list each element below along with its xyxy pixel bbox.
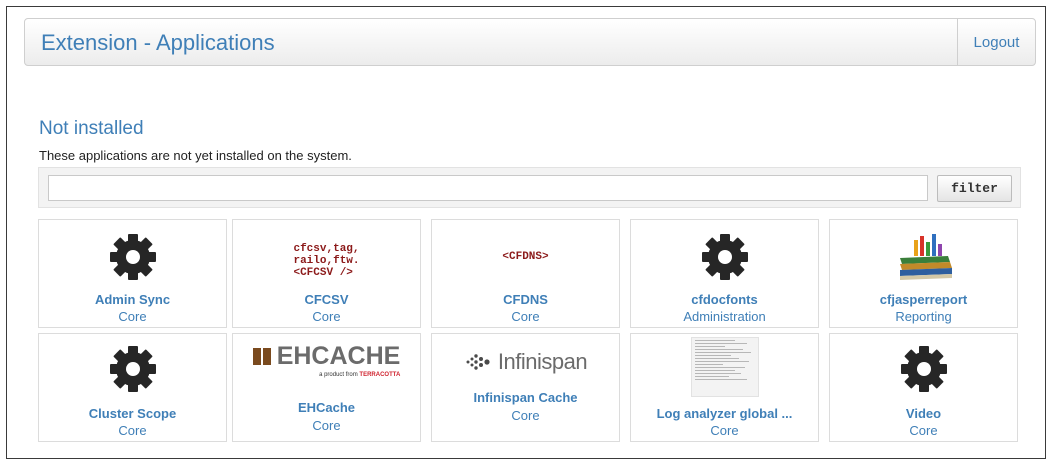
app-category: Administration xyxy=(683,309,766,324)
icon-text-line: railo,ftw. xyxy=(293,255,360,267)
app-grid: Admin Sync Core cfcsv,tag, railo,ftw. <C… xyxy=(38,219,1021,442)
books-chart-icon xyxy=(830,226,1017,288)
filter-button[interactable]: filter xyxy=(937,175,1012,202)
terracotta-brand: TERRACOTTA xyxy=(359,372,401,378)
app-category: Core xyxy=(118,309,147,324)
infinispan-logo: Infinispan xyxy=(432,344,619,380)
app-category: Core xyxy=(118,423,147,438)
app-tile-admin-sync[interactable]: Admin Sync Core xyxy=(38,219,227,328)
app-name: CFDNS xyxy=(503,292,548,307)
app-name: Log analyzer global ... xyxy=(656,406,793,421)
app-name: Cluster Scope xyxy=(88,406,177,421)
gear-icon xyxy=(39,338,226,400)
app-tile-cfdocfonts[interactable]: cfdocfonts Administration xyxy=(630,219,819,328)
section-description: These applications are not yet installed… xyxy=(39,148,352,163)
app-tile-cfdns[interactable]: <CFDNS> CFDNS Core xyxy=(431,219,620,328)
ehcache-logo-text: EHCACHE xyxy=(276,342,401,370)
app-name: Infinispan Cache xyxy=(473,390,578,405)
app-tile-cluster-scope[interactable]: Cluster Scope Core xyxy=(38,333,227,442)
log-screenshot-icon xyxy=(631,336,818,398)
ehcache-logo-sub: a product from xyxy=(319,372,358,378)
app-name: Video xyxy=(905,406,942,421)
code-text-icon: <CFDNS> xyxy=(432,226,619,288)
icon-text-line: cfcsv,tag, xyxy=(293,243,360,255)
icon-text-line: <CFCSV /> xyxy=(293,267,353,279)
app-category: Core xyxy=(511,408,540,423)
infinispan-logo-text: Infinispan xyxy=(497,349,588,374)
logout-button[interactable]: Logout xyxy=(957,19,1035,65)
app-name: Admin Sync xyxy=(94,292,171,307)
section-title: Not installed xyxy=(39,118,144,139)
app-category: Core xyxy=(909,423,938,438)
app-category: Core xyxy=(710,423,739,438)
app-tile-log-analyzer[interactable]: Log analyzer global ... Core xyxy=(630,333,819,442)
app-category: Core xyxy=(312,418,341,433)
app-name: cfjasperreport xyxy=(879,292,968,307)
app-tile-infinispan[interactable]: Infinispan Infinispan Cache Core xyxy=(431,333,620,442)
gear-icon xyxy=(39,226,226,288)
app-name: EHCache xyxy=(297,400,356,415)
app-name: CFCSV xyxy=(304,292,349,307)
code-text-icon: cfcsv,tag, railo,ftw. <CFCSV /> xyxy=(233,230,420,292)
app-category: Core xyxy=(511,309,540,324)
page-title: Extension - Applications xyxy=(41,30,275,55)
app-tile-ehcache[interactable]: EHCACHE a product from TERRACOTTA EHCach… xyxy=(232,333,421,442)
gear-icon xyxy=(631,226,818,288)
app-tile-video[interactable]: Video Core xyxy=(829,333,1018,442)
page-header: Extension - Applications Logout xyxy=(24,18,1036,66)
app-tile-cfcsv[interactable]: cfcsv,tag, railo,ftw. <CFCSV /> CFCSV Co… xyxy=(232,219,421,328)
app-category: Reporting xyxy=(895,309,952,324)
ehcache-logo: EHCACHE a product from TERRACOTTA xyxy=(233,338,420,382)
gear-icon xyxy=(830,338,1017,400)
app-category: Core xyxy=(312,309,341,324)
filter-bar: filter xyxy=(38,167,1021,208)
icon-text-line: <CFDNS> xyxy=(502,251,549,263)
app-name: cfdocfonts xyxy=(691,292,758,307)
app-tile-cfjasperreport[interactable]: cfjasperreport Reporting xyxy=(829,219,1018,328)
filter-input[interactable] xyxy=(48,175,928,201)
